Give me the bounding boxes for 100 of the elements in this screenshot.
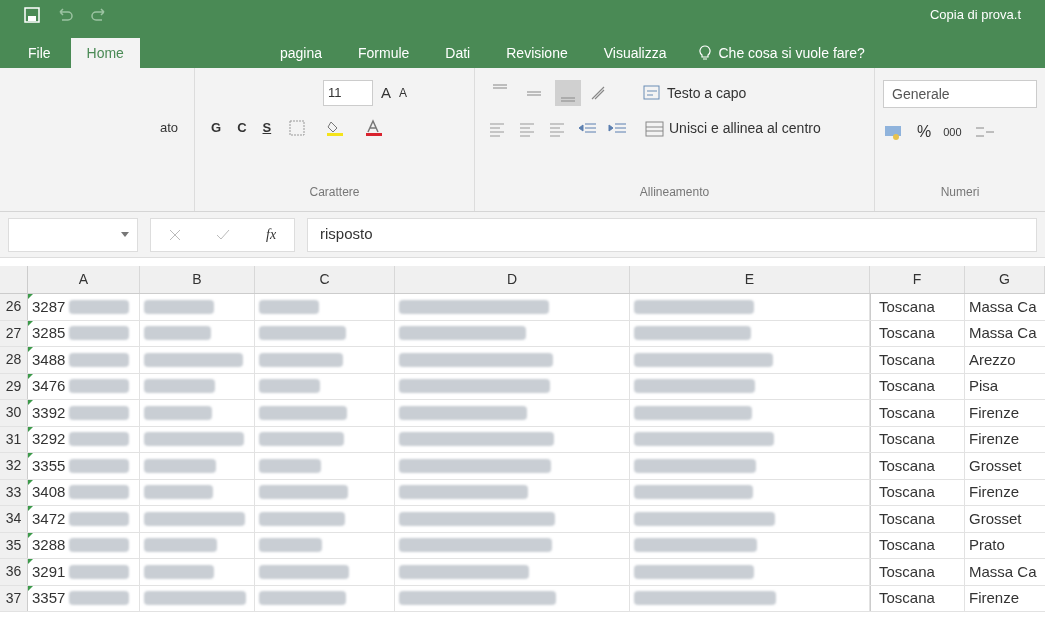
row-header[interactable]: 31 [0, 426, 28, 452]
table-cell-text: 3285 [32, 323, 66, 343]
table-cell: Toscana [870, 453, 965, 479]
blurred-text [69, 591, 130, 606]
ribbon-tab[interactable]: Revisione [490, 38, 584, 68]
table-cell-text: 3288 [32, 535, 66, 555]
blurred-text [144, 485, 213, 500]
merge-cells-icon [645, 119, 665, 138]
table-cell: Toscana [870, 320, 965, 346]
row-header[interactable]: 27 [0, 320, 28, 346]
ribbon-tab[interactable]: Dati [429, 38, 487, 68]
table-cell: Toscana [870, 400, 965, 426]
blurred-text [69, 352, 130, 367]
blurred-text [259, 538, 322, 553]
row-header[interactable]: 35 [0, 532, 28, 558]
merge-center-button[interactable]: Unisci e allinea al centro [645, 118, 821, 139]
ribbon-tab[interactable]: pagina [263, 38, 338, 68]
name-box[interactable] [8, 217, 138, 252]
row-header[interactable]: 37 [0, 585, 28, 611]
blurred-text [144, 326, 211, 341]
insert-function-button[interactable]: fx [266, 224, 277, 245]
formula-field[interactable]: risposto [307, 217, 1037, 252]
align-lines-icon [493, 84, 507, 89]
column-header[interactable]: F [870, 266, 965, 293]
blurred-text [144, 564, 214, 579]
format-painter-label[interactable]: ato [159, 117, 178, 138]
thousands-separator-button[interactable]: 000 [943, 123, 962, 141]
ribbon-tab[interactable]: Home [70, 38, 140, 68]
row-header[interactable]: 29 [0, 373, 28, 399]
table-cell-text: Firenze [968, 429, 1021, 449]
table-cell-text: Grosset [968, 455, 1023, 476]
blurred-text [69, 485, 130, 500]
column-header[interactable]: E [630, 266, 870, 293]
blurred-text [69, 458, 130, 473]
group-label: Carattere [309, 185, 360, 199]
table-cell: Toscana [870, 532, 965, 558]
vertical-align-button[interactable] [555, 80, 581, 106]
table-cell-text: Massa Ca [968, 323, 1038, 343]
table-cell-text: 3392 [32, 402, 66, 423]
save-icon[interactable] [24, 7, 40, 23]
column-header[interactable]: B [140, 266, 255, 293]
font-style-button[interactable]: S [262, 118, 272, 138]
table-cell: Toscana [870, 347, 965, 373]
error-indicator-icon [28, 506, 33, 511]
column-header[interactable]: D [395, 266, 630, 293]
tell-me-field[interactable]: Che cosa si vuole fare? [718, 42, 865, 64]
table-cell-text: Firenze [968, 588, 1021, 608]
column-header[interactable]: A [28, 266, 140, 293]
redo-icon[interactable] [90, 8, 108, 22]
error-indicator-icon [28, 347, 33, 352]
blurred-text [69, 538, 130, 553]
window-title: Copia di prova.t [929, 6, 1021, 25]
blurred-text [144, 299, 214, 314]
grow-font-icon[interactable]: A [381, 81, 391, 105]
font-style-button[interactable]: G [211, 118, 222, 138]
number-format-field[interactable]: Generale [883, 80, 1037, 108]
cancel-icon[interactable] [168, 228, 181, 241]
align-lines-icon [561, 97, 575, 102]
table-cell: Toscana [870, 506, 965, 532]
blurred-text [259, 379, 320, 394]
error-indicator-icon [28, 453, 33, 458]
table-cell-text: Massa Ca [968, 561, 1038, 582]
table-cell-text: 3287 [32, 296, 66, 317]
row-header[interactable]: 33 [0, 479, 28, 505]
blurred-text [144, 379, 215, 394]
table-cell-text: Massa Ca [968, 296, 1038, 317]
group-label: Allineamento [639, 185, 710, 199]
wrap-text-button[interactable]: Testo a capo [643, 82, 747, 104]
undo-icon[interactable] [56, 8, 74, 22]
blurred-text [144, 405, 212, 420]
row-header[interactable]: 36 [0, 559, 28, 585]
blurred-text [69, 432, 130, 447]
align-lines-icon [527, 90, 541, 96]
table-cell-text: 3355 [32, 455, 66, 476]
table-cell-text: 3408 [32, 482, 66, 502]
row-header[interactable]: 32 [0, 453, 28, 479]
font-style-button[interactable]: C [237, 118, 247, 138]
shrink-font-icon[interactable]: A [399, 84, 408, 102]
column-header[interactable]: G [965, 266, 1045, 293]
check-icon[interactable] [216, 228, 231, 241]
error-indicator-icon [28, 559, 33, 564]
row-header[interactable]: 34 [0, 506, 28, 532]
table-cell: Toscana [870, 426, 965, 452]
ribbon-tab[interactable]: Visualizza [587, 38, 683, 68]
ribbon-tab[interactable]: File [12, 38, 67, 68]
table-cell-text: 3291 [32, 561, 66, 582]
table-cell-text: 3292 [32, 429, 66, 449]
blurred-text [259, 299, 319, 314]
row-header[interactable]: 28 [0, 347, 28, 373]
table-cell: Toscana [870, 479, 965, 505]
ribbon-tab[interactable]: Formule [341, 38, 426, 68]
column-header[interactable]: C [255, 266, 395, 293]
font-size-field[interactable]: 11 [323, 80, 373, 106]
blurred-text [259, 458, 321, 473]
row-header[interactable]: 26 [0, 294, 28, 320]
blurred-text [69, 326, 130, 341]
table-cell-text: Firenze [968, 402, 1021, 423]
row-header[interactable]: 30 [0, 400, 28, 426]
table-cell: Toscana [870, 373, 965, 399]
percent-style-button[interactable]: % [917, 120, 932, 144]
